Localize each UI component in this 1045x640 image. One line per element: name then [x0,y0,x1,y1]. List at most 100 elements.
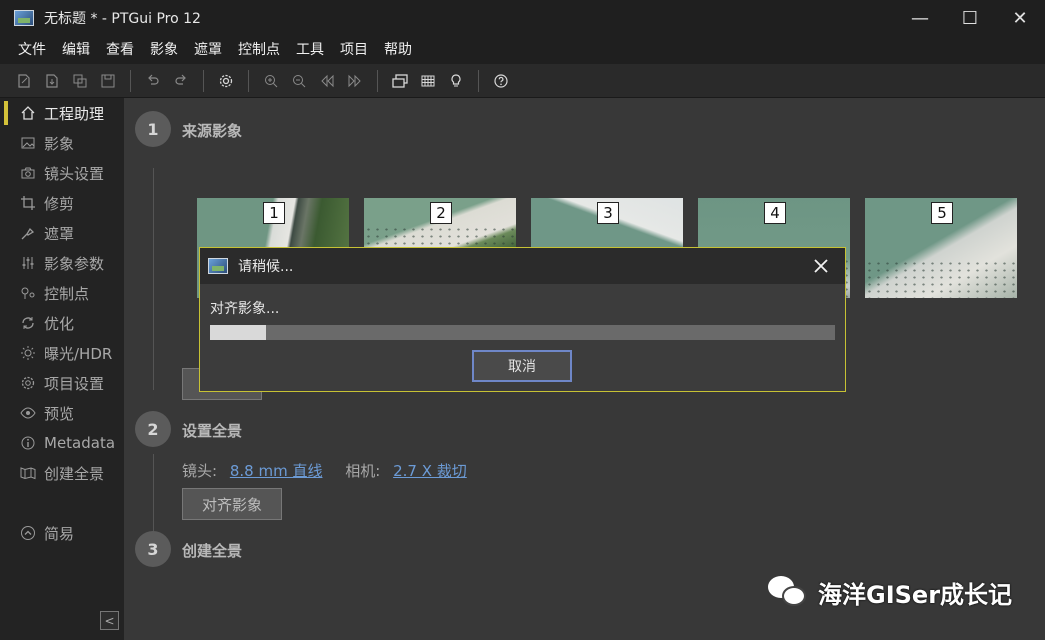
sidebar-item-label: 工程助理 [44,104,105,123]
step-number: 2 [135,411,171,447]
step-connector [153,454,154,538]
sidebar-item-label: 遮罩 [44,224,75,243]
app-icon [208,258,228,274]
eye-icon [18,403,38,423]
settings-icon[interactable] [214,69,238,93]
toolbar-separator [478,69,479,92]
lightbulb-icon[interactable] [444,69,468,93]
menu-edit[interactable]: 编辑 [54,36,98,64]
progress-bar-fill [210,325,267,340]
progress-bar [210,325,835,340]
sidebar-item-crop[interactable]: 修剪 [0,188,124,218]
maximize-button[interactable]: ☐ [945,0,995,36]
step-connector [153,168,154,390]
step-title: 设置全景 [182,422,243,440]
gear-icon [18,373,38,393]
sidebar: 工程助理 影象 镜头设置 修剪 遮罩 影象参数 控制点 优化 曝光/HDR 项目… [0,98,124,640]
new-project-icon[interactable] [12,69,36,93]
watermark-text: 海洋GISer成长记 [818,580,1013,609]
info-icon [18,433,38,453]
sidebar-item-label: 项目设置 [44,374,105,393]
sidebar-item-label: 曝光/HDR [44,344,113,363]
cancel-button[interactable]: 取消 [472,350,572,382]
sidebar-item-label: Metadata [44,434,116,452]
sidebar-item-lens-settings[interactable]: 镜头设置 [0,158,124,188]
dialog-close-icon[interactable] [809,254,833,278]
dialog-title: 请稍候... [238,259,294,275]
sidebar-item-label: 简易 [44,524,75,543]
menu-bar: 文件 编辑 查看 影象 遮罩 控制点 工具 项目 帮助 [0,36,1045,64]
panorama-editor-icon[interactable] [388,69,412,93]
sidebar-item-images[interactable]: 影象 [0,128,124,158]
thumbnail-number: 5 [931,202,953,224]
sidebar-item-optimize[interactable]: 优化 [0,308,124,338]
window-title: 无标题 * - PTGui Pro 12 [44,11,201,27]
step-title: 创建全景 [182,542,243,560]
sidebar-item-label: 控制点 [44,284,90,303]
menu-mask[interactable]: 遮罩 [186,36,230,64]
sidebar-item-create-panorama[interactable]: 创建全景 [0,458,124,488]
zoom-out-icon[interactable] [287,69,311,93]
sidebar-item-label: 创建全景 [44,464,105,483]
thumbnail-number: 2 [430,202,452,224]
please-wait-dialog: 请稍候... 对齐影象... 取消 [199,247,846,392]
sidebar-item-mask[interactable]: 遮罩 [0,218,124,248]
sidebar-item-simple[interactable]: 简易 [0,518,124,548]
menu-help[interactable]: 帮助 [376,36,420,64]
sidebar-item-label: 镜头设置 [44,164,105,183]
crop-icon [18,193,38,213]
toolbar-separator [203,69,204,92]
lens-settings-row: 镜头: 8.8 mm 直线 相机: 2.7 X 裁切 [182,460,485,481]
save-icon[interactable] [96,69,120,93]
camera-icon [18,163,38,183]
menu-tools[interactable]: 工具 [288,36,332,64]
sidebar-item-project-assistant[interactable]: 工程助理 [0,98,124,128]
undo-icon[interactable] [141,69,165,93]
sidebar-item-control-points[interactable]: 控制点 [0,278,124,308]
sidebar-item-exposure-hdr[interactable]: 曝光/HDR [0,338,124,368]
toolbar-separator [248,69,249,92]
optimize-icon [18,313,38,333]
menu-control-points[interactable]: 控制点 [230,36,288,64]
sidebar-item-preview[interactable]: 预览 [0,398,124,428]
menu-project[interactable]: 项目 [332,36,376,64]
menu-view[interactable]: 查看 [98,36,142,64]
sidebar-item-label: 优化 [44,314,75,333]
redo-icon[interactable] [169,69,193,93]
minimize-button[interactable]: — [895,0,945,36]
step-title: 来源影象 [182,122,243,140]
thumbnail-number: 3 [597,202,619,224]
lens-value-link[interactable]: 8.8 mm 直线 [230,462,323,480]
toolbar [0,64,1045,98]
sidebar-item-project-settings[interactable]: 项目设置 [0,368,124,398]
close-button[interactable]: ✕ [995,0,1045,36]
open-project-icon[interactable] [40,69,64,93]
toolbar-separator [377,69,378,92]
sidebar-item-metadata[interactable]: Metadata [0,428,124,458]
sidebar-item-image-parameters[interactable]: 影象参数 [0,248,124,278]
sidebar-item-label: 修剪 [44,194,75,213]
menu-file[interactable]: 文件 [10,36,54,64]
source-image-thumbnail[interactable]: 5 [865,198,1017,298]
toolbar-separator [130,69,131,92]
camera-value-link[interactable]: 2.7 X 裁切 [393,462,467,480]
align-images-button[interactable]: 对齐影象 [182,488,282,520]
step-number: 1 [135,111,171,147]
zoom-in-icon[interactable] [259,69,283,93]
menu-images[interactable]: 影象 [142,36,186,64]
home-icon [18,103,38,123]
wechat-logo-icon [766,574,810,610]
app-icon [14,10,34,26]
dialog-title-bar: 请稍候... [200,248,845,284]
sliders-icon [18,253,38,273]
lens-label: 镜头: [182,462,218,480]
thumbnail-number: 4 [764,202,786,224]
collapse-sidebar-button[interactable]: < [100,611,119,630]
image-icon [18,133,38,153]
chevron-up-circle-icon [18,523,38,543]
rewind-icon[interactable] [315,69,339,93]
help-icon[interactable] [489,69,513,93]
grid-icon[interactable] [416,69,440,93]
copy-icon[interactable] [68,69,92,93]
forward-icon[interactable] [343,69,367,93]
